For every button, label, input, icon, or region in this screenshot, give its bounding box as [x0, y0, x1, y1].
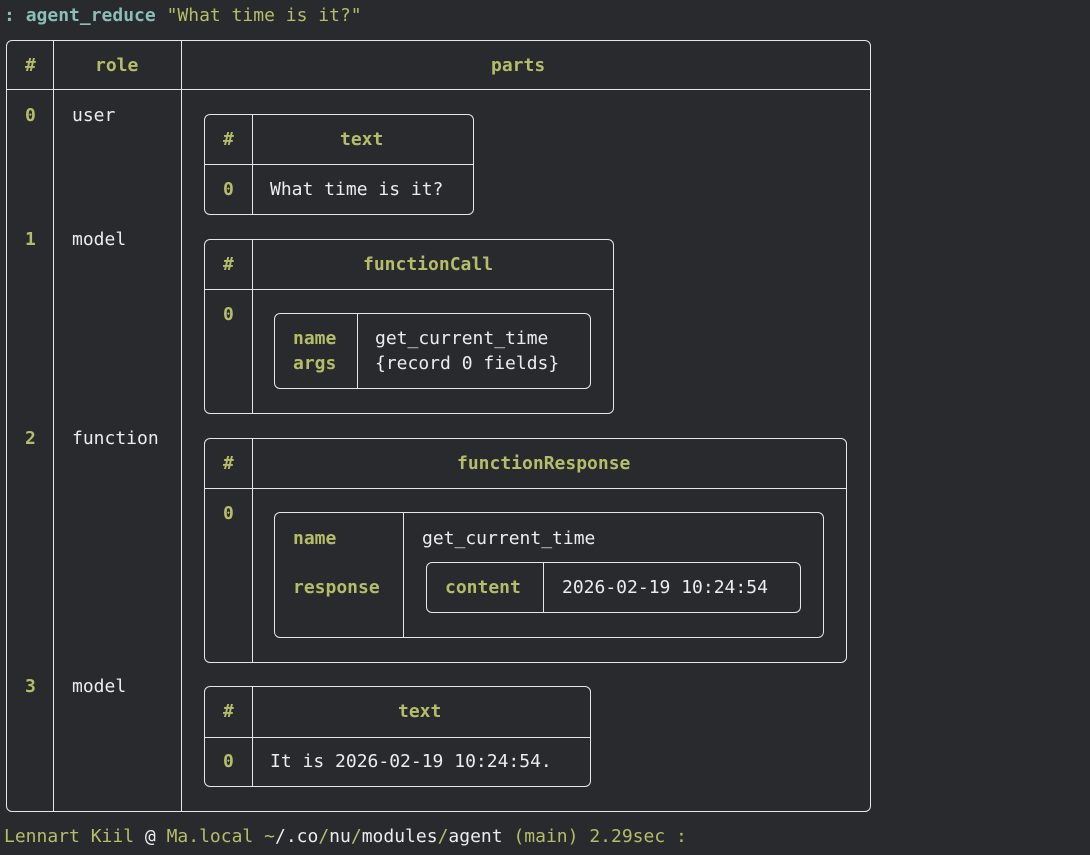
record-key-response: response [293, 577, 380, 598]
record-value-content: 2026-02-19 10:24:54 [562, 577, 768, 598]
prompt-path-part: agent [448, 826, 503, 847]
parts-header-function-response: functionResponse [457, 453, 631, 474]
outer-table-divider [53, 41, 54, 811]
outer-table-divider [181, 41, 182, 811]
column-header-role: role [95, 55, 139, 76]
shell-prompt-line[interactable]: Lennart Kiil @ Ma.local ~/.co/nu/modules… [4, 826, 687, 848]
row-role: function [72, 428, 159, 449]
prompt-path-separator: / [318, 826, 330, 847]
parts-header-index: # [223, 701, 234, 722]
row-index: 0 [25, 105, 36, 126]
row-role: model [72, 229, 127, 250]
column-header-index: # [25, 55, 36, 76]
row-role: user [72, 105, 116, 126]
parts-table-header-rule [205, 737, 590, 738]
parts-row-index: 0 [223, 751, 234, 772]
parts-row-index: 0 [223, 503, 234, 524]
prompt-path-part: ~ [264, 826, 275, 847]
parts-header-index: # [223, 129, 234, 150]
parts-table-header-rule [205, 164, 473, 165]
parts-header-function-call: functionCall [363, 254, 494, 275]
record-divider [543, 563, 544, 612]
prompt-host: Ma.local [166, 826, 254, 847]
prompt-indicator: : [676, 826, 687, 847]
parts-text-value: What time is it? [270, 179, 444, 200]
prompt-path-part: modules [361, 826, 438, 847]
prompt-path-separator: / [350, 826, 362, 847]
function-call-record [274, 313, 591, 389]
prompt-path-separator: / [274, 826, 286, 847]
parts-table-header-rule [205, 488, 846, 489]
record-key-name: name [293, 328, 337, 349]
command-line[interactable]: : agent_reduce "What time is it?" [4, 5, 362, 27]
parts-header-index: # [223, 453, 234, 474]
parts-table-header-rule [205, 289, 613, 290]
row-index: 3 [25, 676, 36, 697]
command-name: agent_reduce [25, 5, 156, 26]
parts-row-index: 0 [223, 304, 234, 325]
prompt-path-part: .co [285, 826, 319, 847]
record-key-args: args [293, 353, 337, 374]
prompt-git-branch: (main) [513, 826, 579, 847]
record-value-name: get_current_time [375, 328, 549, 349]
parts-row-index: 0 [223, 179, 234, 200]
column-header-parts: parts [491, 55, 546, 76]
prompt-user: Lennart Kiil [4, 826, 135, 847]
record-value-args: {record 0 fields} [375, 353, 560, 374]
parts-table-divider [252, 240, 253, 413]
row-index: 2 [25, 428, 36, 449]
record-key-content: content [445, 577, 521, 598]
parts-header-text: text [340, 129, 384, 150]
prompt-at: @ [144, 826, 156, 847]
row-index: 1 [25, 229, 36, 250]
record-key-name: name [293, 528, 337, 549]
prompt-duration: 2.29sec [589, 826, 666, 847]
parts-text-value: It is 2026-02-19 10:24:54. [270, 751, 552, 772]
prompt-path-part: nu [329, 826, 351, 847]
parts-header-index: # [223, 254, 234, 275]
command-prompt: : [4, 5, 15, 26]
parts-table-divider [252, 439, 253, 662]
record-divider [403, 513, 404, 637]
prompt-path-separator: / [437, 826, 449, 847]
record-divider [357, 314, 358, 388]
outer-table-header-rule [7, 89, 870, 90]
row-role: model [72, 676, 127, 697]
parts-header-text: text [398, 701, 442, 722]
record-value-name: get_current_time [422, 528, 596, 549]
command-argument: "What time is it?" [166, 5, 362, 26]
